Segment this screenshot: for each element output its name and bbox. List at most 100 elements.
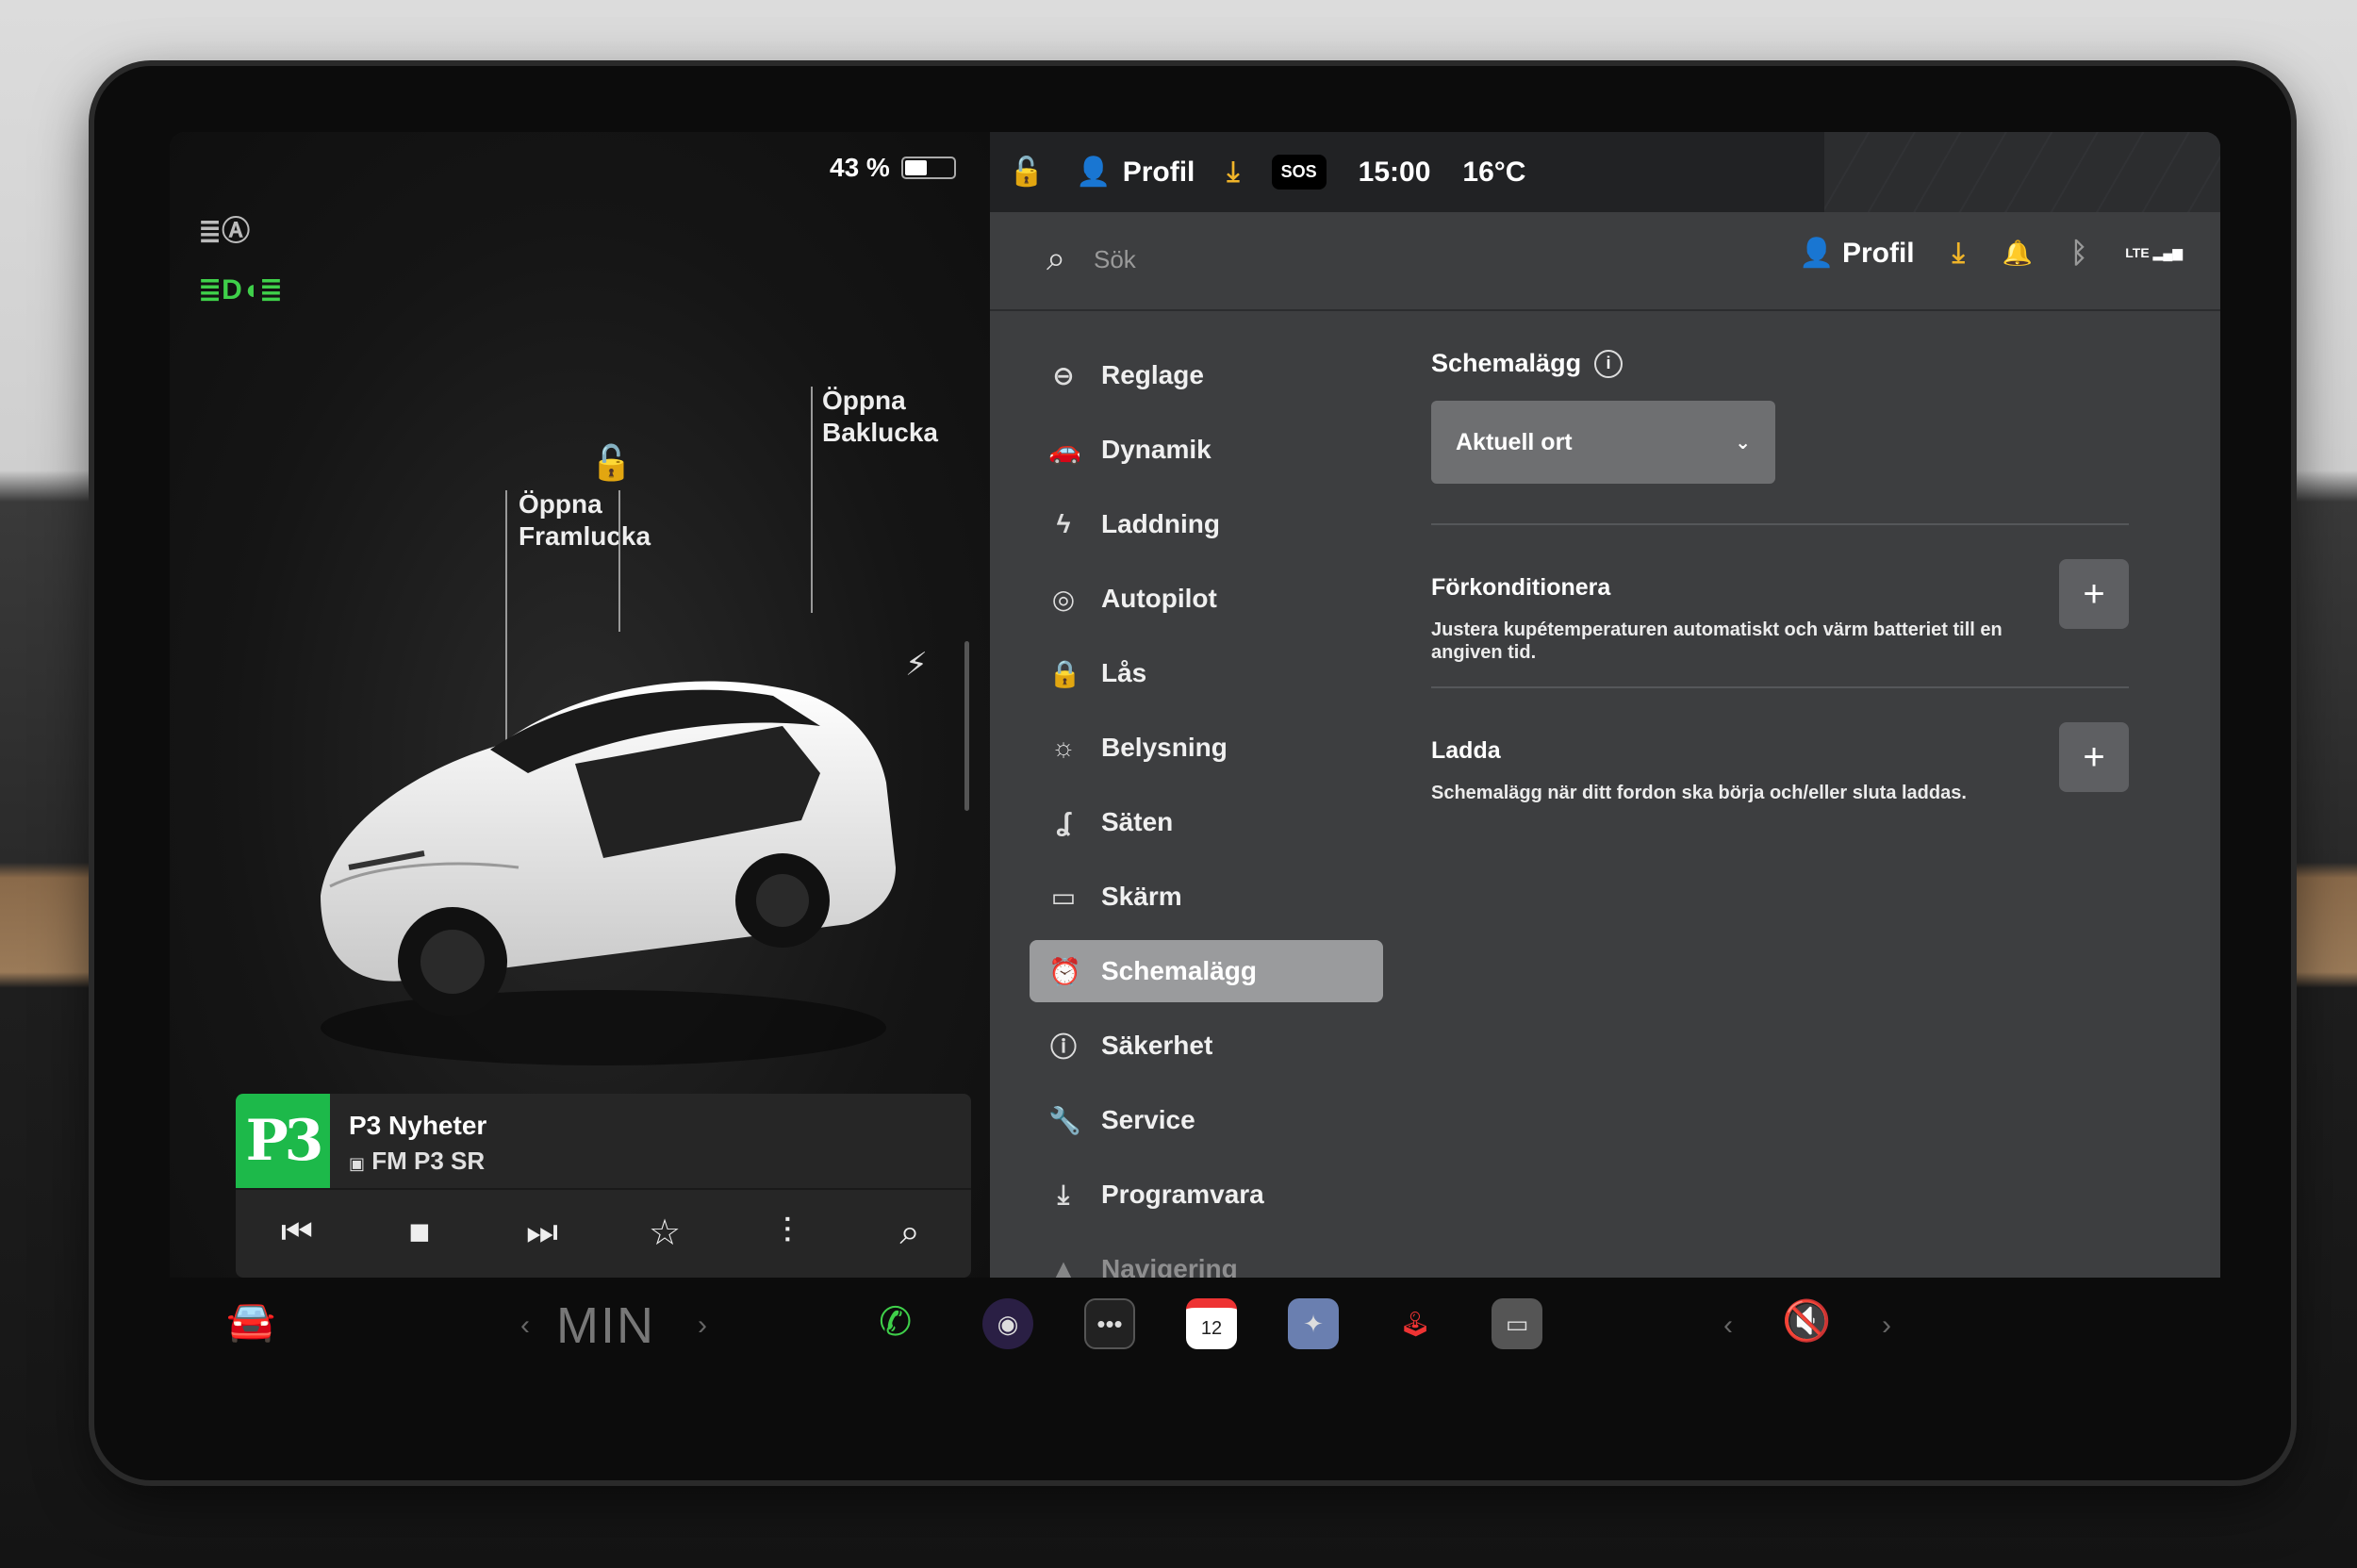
open-trunk-button[interactable]: Öppna Baklucka	[822, 385, 938, 449]
favorite-star-icon[interactable]: ☆	[622, 1212, 707, 1254]
display-icon: ▭	[1050, 882, 1077, 912]
search-input[interactable]	[1094, 239, 1565, 280]
battery-status: 43 %	[830, 153, 956, 183]
menu-item-dynamik[interactable]: 🚗 Dynamik	[1030, 419, 1383, 481]
calendar-day: 12	[1186, 1298, 1237, 1349]
menu-item-label: Dynamik	[1101, 435, 1211, 464]
menu-item-label: Belysning	[1101, 733, 1228, 762]
toybox-icon[interactable]: ✦	[1288, 1298, 1339, 1349]
sos-button[interactable]: SOS	[1271, 155, 1327, 190]
volume-increase-chevron-icon[interactable]: ›	[1882, 1310, 1891, 1342]
climate-temperature[interactable]: MIN	[556, 1296, 655, 1355]
menu-item-programvara[interactable]: ⤓ Programvara	[1030, 1164, 1383, 1226]
software-download-icon[interactable]: ⤓	[1953, 238, 1965, 270]
add-charge-schedule-button[interactable]: +	[2059, 722, 2129, 792]
dashcam-viewer-icon[interactable]: ▭	[1492, 1298, 1542, 1349]
status-lock-icon[interactable]: 🔓	[1009, 156, 1044, 189]
previous-track-icon[interactable]: ⏮	[255, 1213, 339, 1253]
menu-item-label: Skärm	[1101, 882, 1182, 911]
plus-icon: +	[2083, 735, 2105, 778]
climate-increase-chevron-icon[interactable]: ›	[698, 1310, 707, 1342]
profile-button[interactable]: 👤 Profil	[1799, 237, 1914, 270]
calendar-icon[interactable]: 12	[1186, 1298, 1237, 1349]
sun-icon: ☼	[1051, 733, 1076, 762]
menu-item-säkerhet[interactable]: ⓘ Säkerhet	[1030, 1015, 1383, 1077]
status-profile-label: Profil	[1122, 156, 1195, 188]
touchscreen: 43 % ≣Ⓐ ≣D◖≣ Öppna Framlucka 🔓 Öppna Bak…	[170, 132, 2220, 1395]
camera-icon[interactable]: ◉	[982, 1298, 1033, 1349]
bluetooth-icon[interactable]: ᛒ	[2070, 238, 2087, 270]
alert-icon: ⓘ	[1049, 1032, 1077, 1062]
location-dropdown[interactable]: Aktuell ort ⌄	[1431, 401, 1775, 484]
panel-scroll-indicator[interactable]	[964, 641, 969, 811]
volume-muted-icon[interactable]: 🔇	[1782, 1298, 1831, 1345]
menu-item-belysning[interactable]: ☼ Belysning	[1030, 717, 1383, 779]
station-source: ▣ FM P3 SR	[349, 1147, 485, 1176]
status-bar: 🔓 👤 Profil ⤓ SOS 15:00 16°C	[990, 132, 2220, 212]
menu-item-service[interactable]: 🔧 Service	[1030, 1089, 1383, 1151]
lte-signal-icon: LTE ▂▄▆	[2125, 245, 2183, 260]
radio-icon: ▣	[349, 1154, 366, 1173]
status-profile[interactable]: 👤 Profil	[1076, 156, 1195, 189]
auto-headlights-icon[interactable]: ≣Ⓐ	[198, 207, 250, 249]
charge-description: Schemalägg när ditt fordon ska börja och…	[1431, 783, 1967, 803]
next-track-icon[interactable]: ⏭	[500, 1213, 585, 1253]
toggle-icon: ⊖	[1052, 360, 1075, 390]
precondition-row: Förkonditionera Justera kupétemperaturen…	[1431, 559, 2129, 664]
menu-item-label: Programvara	[1101, 1180, 1264, 1209]
info-icon[interactable]: i	[1594, 349, 1624, 378]
charge-title: Ladda	[1431, 737, 1501, 764]
lte-label: LTE	[2125, 245, 2150, 260]
phone-icon[interactable]: ✆	[879, 1298, 912, 1345]
menu-item-reglage[interactable]: ⊖ Reglage	[1030, 344, 1383, 406]
arcade-joystick-icon[interactable]: 🕹	[1390, 1298, 1441, 1349]
menu-item-label: Lås	[1101, 658, 1147, 687]
menu-item-label: Autopilot	[1101, 584, 1217, 613]
stop-icon[interactable]: ■	[377, 1213, 462, 1253]
charge-row: Ladda Schemalägg när ditt fordon ska bör…	[1431, 722, 2129, 822]
menu-item-schemalägg[interactable]: ⏰ Schemalägg	[1030, 940, 1383, 1002]
media-player[interactable]: P3 P3 Nyheter ▣ FM P3 SR ⏮ ■ ⏭ ☆ ⫶ ⌕	[236, 1094, 971, 1278]
bolt-icon: ϟ	[1056, 509, 1071, 538]
download-icon: ⤓	[1057, 1179, 1070, 1209]
menu-item-säten[interactable]: ʆ Säten	[1030, 791, 1383, 853]
seat-icon: ʆ	[1056, 807, 1071, 836]
person-icon: 👤	[1076, 157, 1112, 188]
add-precondition-button[interactable]: +	[2059, 559, 2129, 629]
battery-fill	[904, 160, 928, 175]
unlock-icon[interactable]: 🔓	[590, 443, 633, 483]
alarm-clock-icon: ⏰	[1048, 956, 1081, 986]
map-background[interactable]	[1824, 132, 2220, 212]
lock-icon: 🔒	[1048, 658, 1081, 688]
media-search-icon[interactable]: ⌕	[867, 1213, 952, 1253]
car-icon[interactable]: 🚘	[226, 1298, 275, 1345]
menu-item-laddning[interactable]: ϟ Laddning	[1030, 493, 1383, 555]
wrench-icon: 🔧	[1048, 1105, 1081, 1135]
menu-item-lås[interactable]: 🔒 Lås	[1030, 642, 1383, 704]
volume-decrease-chevron-icon[interactable]: ‹	[1723, 1310, 1733, 1342]
car-view-panel: 43 % ≣Ⓐ ≣D◖≣ Öppna Framlucka 🔓 Öppna Bak…	[170, 132, 990, 1278]
search-icon[interactable]: ⌕	[1047, 239, 1065, 279]
bottom-dock: 🚘 ‹ MIN › ✆ ◉ ••• 12 ✦ 🕹 ▭ ‹ 🔇 ›	[170, 1278, 2220, 1395]
profile-person-icon: 👤	[1799, 238, 1835, 269]
equalizer-icon[interactable]: ⫶	[745, 1213, 830, 1253]
station-name: P3 Nyheter	[349, 1111, 487, 1140]
schedule-header: Schemalägg i	[1431, 349, 2129, 378]
more-apps-icon[interactable]: •••	[1084, 1298, 1135, 1349]
header-actions: 👤 Profil ⤓ 🔔 ᛒ LTE ▂▄▆	[1799, 237, 2183, 270]
search-row: ⌕ 👤 Profil ⤓ 🔔 ᛒ LTE ▂▄▆	[990, 212, 2220, 311]
menu-item-skärm[interactable]: ▭ Skärm	[1030, 866, 1383, 928]
status-download-icon[interactable]: ⤓	[1227, 157, 1239, 189]
callout-line-trunk	[811, 387, 813, 613]
menu-item-autopilot[interactable]: ◎ Autopilot	[1030, 568, 1383, 630]
plus-icon: +	[2083, 572, 2105, 615]
climate-decrease-chevron-icon[interactable]: ‹	[520, 1310, 530, 1342]
station-source-label: FM P3 SR	[371, 1147, 486, 1175]
open-frunk-button[interactable]: Öppna Framlucka	[519, 488, 651, 553]
menu-item-label: Schemalägg	[1101, 956, 1257, 985]
precondition-title: Förkonditionera	[1431, 574, 1611, 601]
outside-temperature: 16°C	[1462, 156, 1526, 188]
low-beam-icon[interactable]: ≣D◖≣	[198, 273, 283, 306]
notification-bell-icon[interactable]: 🔔	[2003, 239, 2033, 268]
schedule-title: Schemalägg	[1431, 349, 1582, 377]
